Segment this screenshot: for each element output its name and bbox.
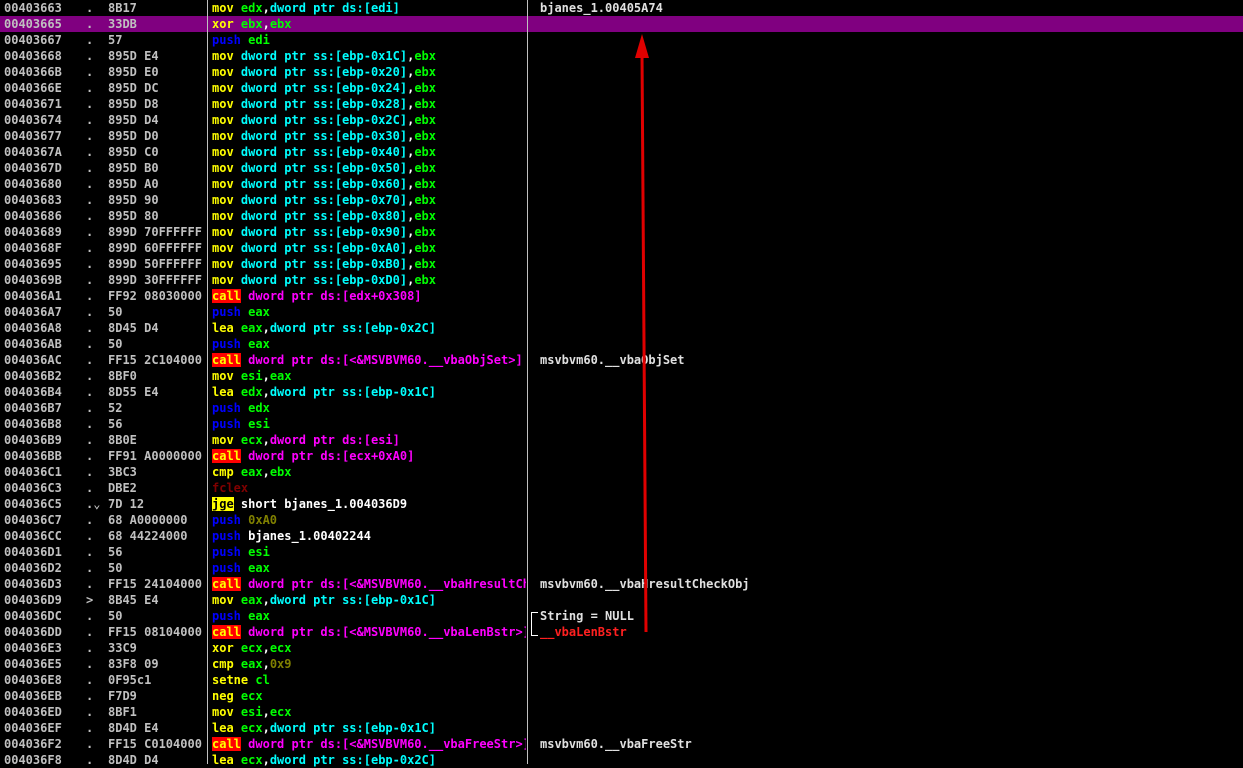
arrow-head	[635, 34, 649, 58]
disassembly-view[interactable]: 00403663. 8B17 mov edx,dword ptr ds:[edi] b…	[0, 0, 1243, 767]
annotation-arrow	[635, 34, 649, 633]
arrow-shaft	[640, 53, 648, 633]
